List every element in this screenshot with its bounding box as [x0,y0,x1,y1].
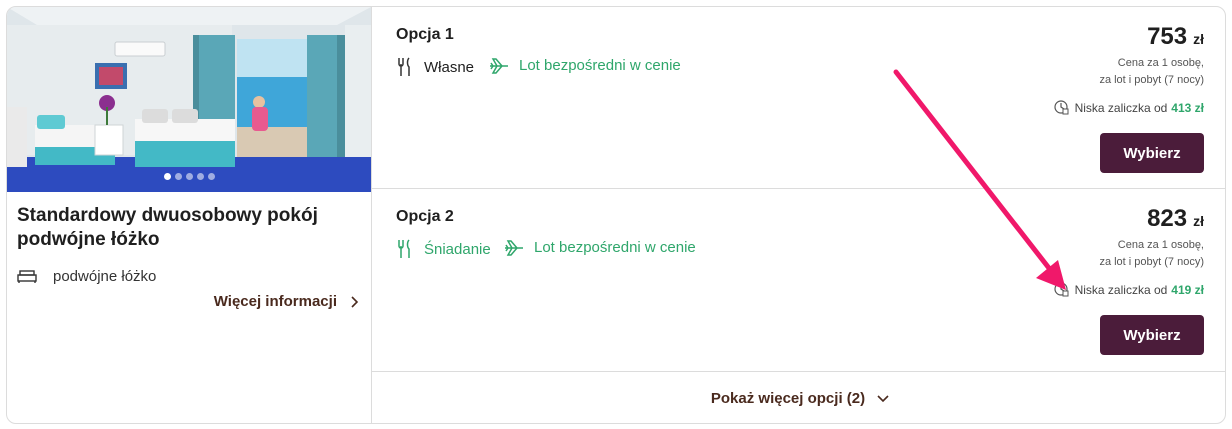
price-value: 823 [1147,205,1188,232]
price: 753 zł [1147,23,1204,51]
deposit-clock-icon [1053,100,1069,115]
price-currency: zł [1193,31,1204,47]
carousel-dot[interactable] [163,173,171,180]
meal-plan: Własne [396,57,474,77]
bed-icon [17,268,39,284]
option-title: Opcja 1 [396,26,454,43]
carousel-dot[interactable] [196,173,204,180]
bed-type-label: podwójne łóżko [53,267,157,285]
deposit-label: Niska zaliczka od [1074,100,1168,115]
price: 823 zł [1147,205,1204,233]
flight-label: Lot bezpośredni w cenie [534,239,696,256]
price-note: Cena za 1 osobę, za lot i pobyt (7 nocy) [1099,55,1204,89]
room-offer-card: Standardowy dwuosobowy pokój podwójne łó… [6,6,1226,424]
cutlery-icon [396,239,414,259]
meal-plan-label: Śniadanie [424,240,491,258]
room-photo[interactable] [7,7,371,192]
deposit-clock-icon [1053,282,1069,297]
flight-info: Lot bezpośredni w cenie [489,57,681,74]
deposit-amount: 419 zł [1171,282,1204,297]
plane-icon [504,239,524,256]
room-title: Standardowy dwuosobowy pokój podwójne łó… [17,205,318,250]
show-more-options-button[interactable]: Pokaż więcej opcji (2) [372,372,1225,423]
meal-plan: Śniadanie [396,239,491,259]
price-value: 753 [1147,23,1188,50]
more-info-link[interactable]: Więcej informacji [214,293,359,310]
flight-info: Lot bezpośredni w cenie [504,239,696,256]
show-more-label: Pokaż więcej opcji (2) [710,390,866,407]
plane-icon [489,57,509,74]
chevron-down-icon [877,394,889,403]
cutlery-icon [396,57,414,77]
deposit-label: Niska zaliczka od [1074,282,1168,297]
bed-type: podwójne łóżko [17,265,156,287]
option-1: Opcja 1 Własne Lot bezpośredni w cenie 7… [372,7,1225,189]
price-note-line2: za lot i pobyt (7 nocy) [1099,256,1204,268]
select-button[interactable]: Wybierz [1100,133,1204,173]
flight-label: Lot bezpośredni w cenie [519,57,681,74]
select-button[interactable]: Wybierz [1100,315,1204,355]
room-info: Standardowy dwuosobowy pokój podwójne łó… [7,7,371,423]
price-note-line1: Cena za 1 osobę, [1117,239,1204,251]
more-info-label: Więcej informacji [213,293,337,310]
price-currency: zł [1193,213,1204,229]
deposit-info: Niska zaliczka od 413 zł [1053,100,1204,115]
chevron-right-icon [351,295,359,308]
deposit-info: Niska zaliczka od 419 zł [1053,282,1204,297]
option-2: Opcja 2 Śniadanie Lot bezpośredni w ceni… [372,189,1225,372]
carousel-dot[interactable] [174,173,182,180]
photo-carousel-dots [7,167,371,185]
price-note: Cena za 1 osobę, za lot i pobyt (7 nocy) [1099,237,1204,271]
option-title: Opcja 2 [396,208,454,225]
options-list: Opcja 1 Własne Lot bezpośredni w cenie 7… [371,7,1225,423]
carousel-dot[interactable] [207,173,215,180]
price-note-line2: za lot i pobyt (7 nocy) [1099,74,1204,86]
room-photo-image [7,7,371,192]
meal-plan-label: Własne [424,58,475,76]
carousel-dot[interactable] [185,173,193,180]
deposit-amount: 413 zł [1171,100,1204,115]
price-note-line1: Cena za 1 osobę, [1117,57,1204,69]
